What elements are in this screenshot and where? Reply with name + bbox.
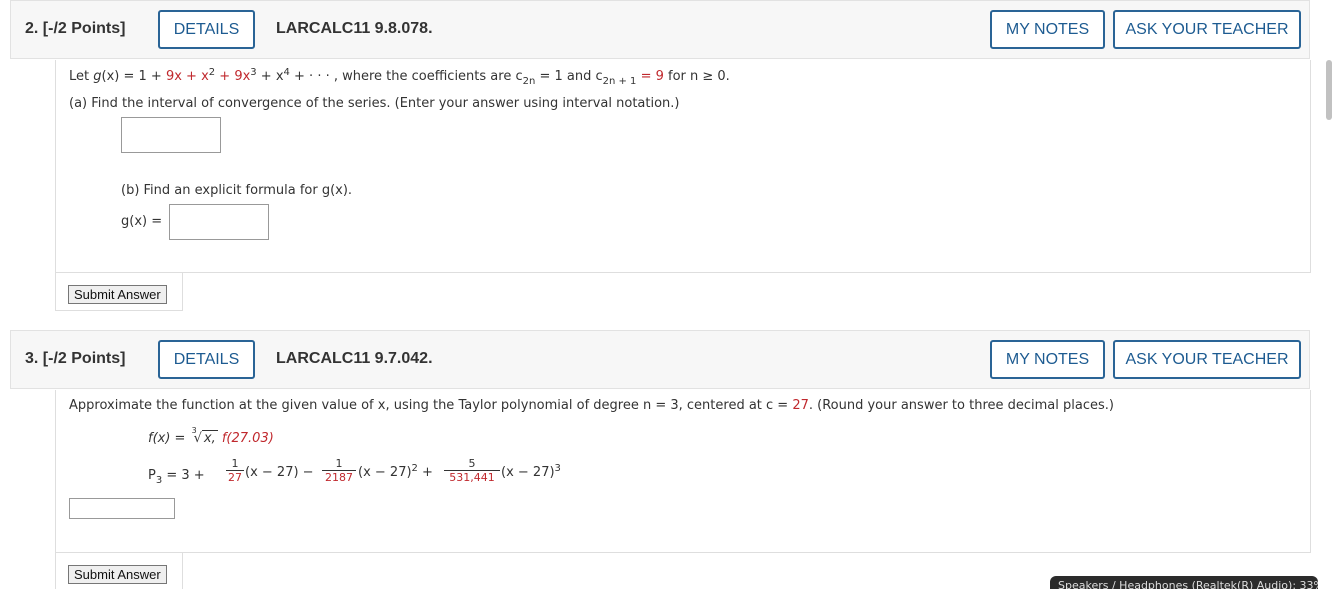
q2-header: 2. [-/2 Points] DETAILS LARCALC11 9.8.07… (10, 0, 1310, 59)
q3-term1-fraction: 1 27 (226, 457, 244, 484)
q2-code: LARCALC11 9.8.078. (276, 20, 433, 37)
q2-my-notes-button[interactable]: MY NOTES (990, 10, 1105, 49)
q3-submit-button[interactable]: Submit Answer (68, 565, 167, 584)
q2-ask-teacher-button[interactable]: ASK YOUR TEACHER (1113, 10, 1301, 49)
q3-details-button[interactable]: DETAILS (158, 340, 255, 379)
q2-part-b: (b) Find an explicit formula for g(x). (121, 183, 353, 198)
q3-my-notes-button[interactable]: MY NOTES (990, 340, 1105, 379)
q2-number: 2. [-/2 Points] (25, 20, 126, 37)
q2-details-button[interactable]: DETAILS (158, 10, 255, 49)
q3-term2-fraction: 1 2187 (322, 457, 356, 484)
q2-interval-input[interactable] (121, 117, 221, 153)
q3-ask-teacher-button[interactable]: ASK YOUR TEACHER (1113, 340, 1301, 379)
q3-term3-tail: (x − 27)3 (501, 463, 561, 480)
q3-code: LARCALC11 9.7.042. (276, 350, 433, 367)
q3-p3-label: P3 = 3 + (148, 468, 205, 486)
q3-term1-tail: (x − 27) − (245, 465, 314, 480)
q3-header: 3. [-/2 Points] DETAILS LARCALC11 9.7.04… (10, 330, 1310, 389)
audio-volume-tooltip: Speakers / Headphones (Realtek(R) Audio)… (1050, 576, 1318, 589)
q2-body: Let g(x) = 1 + 9x + x2 + 9x3 + x4 + · · … (55, 60, 1311, 273)
q2-formula-input[interactable] (169, 204, 269, 240)
q3-answer-input[interactable] (69, 498, 175, 519)
q2-intro: Let g(x) = 1 + 9x + x2 + 9x3 + x4 + · · … (69, 67, 730, 87)
q3-prompt: Approximate the function at the given va… (69, 398, 1114, 413)
page-scrollbar[interactable] (1326, 60, 1332, 120)
q3-body: Approximate the function at the given va… (55, 390, 1311, 553)
q3-function: f(x) = 3 √ x, f(27.03) (148, 426, 274, 446)
q2-submit-button[interactable]: Submit Answer (68, 285, 167, 304)
q3-term2-tail: (x − 27)2 + (358, 463, 433, 480)
q3-term3-fraction: 5 531,441 (444, 457, 500, 484)
q2-part-a: (a) Find the interval of convergence of … (69, 96, 680, 111)
q3-number: 3. [-/2 Points] (25, 350, 126, 367)
q2-gx-label: g(x) = (121, 214, 163, 229)
